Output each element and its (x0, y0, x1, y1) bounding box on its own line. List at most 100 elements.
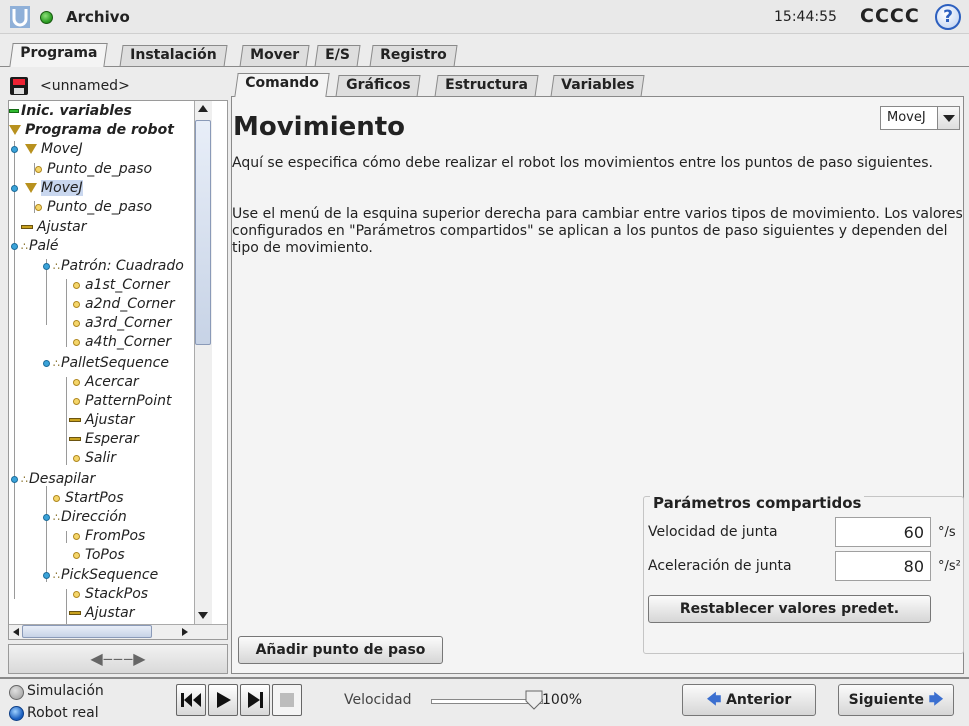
play-button[interactable] (208, 684, 238, 716)
play-icon (217, 692, 231, 708)
pattern-icon: ∴ (53, 259, 60, 273)
step-button[interactable] (240, 684, 270, 716)
scroll-up-icon[interactable] (197, 104, 209, 114)
scroll-down-icon[interactable] (197, 610, 209, 620)
waypoint-icon (73, 532, 80, 540)
tree-item-init-vars[interactable]: Inic. variables (9, 103, 132, 119)
waypoint-icon (73, 454, 80, 462)
sequence-icon: ∴ (53, 568, 60, 582)
set-icon (69, 418, 81, 422)
arrow-right-icon: 🡆 (928, 692, 944, 708)
scroll-left-icon[interactable] (11, 627, 21, 637)
real-robot-label: Robot real (27, 705, 99, 721)
tree-item-wait[interactable]: Esperar (69, 431, 139, 447)
tab-comando[interactable]: Comando (234, 73, 330, 97)
clock: 15:44:55 (774, 9, 837, 25)
arrow-left-icon: 🡄 (706, 692, 722, 708)
tree-item-direction[interactable]: ∴ Dirección (53, 509, 127, 525)
tab-estructura[interactable]: Estructura (434, 75, 539, 97)
skip-back-icon (181, 693, 201, 707)
file-menu[interactable]: Archivo (66, 8, 130, 26)
help-icon[interactable]: ? (935, 4, 961, 30)
tree-item-robot-program[interactable]: Programa de robot (9, 122, 174, 138)
joint-accel-input[interactable]: 80 (835, 551, 931, 581)
move-icon (25, 144, 37, 154)
tree-vertical-scroll-thumb[interactable] (195, 120, 211, 345)
scroll-right-icon[interactable] (180, 627, 190, 637)
step-forward-icon (248, 692, 263, 708)
tree-item-movej[interactable]: MoveJ (25, 141, 83, 157)
footer-divider (0, 677, 969, 679)
tree-item-exit[interactable]: Salir (73, 450, 116, 466)
tree-item-set[interactable]: Ajustar (69, 412, 134, 428)
waypoint-icon (73, 397, 80, 405)
tree-horizontal-scroll-thumb[interactable] (22, 625, 152, 638)
tree-item-corner[interactable]: a3rd_Corner (73, 315, 171, 331)
tree-item-pallet-sequence[interactable]: ∴ PalletSequence (53, 355, 169, 371)
waypoint-icon (73, 300, 80, 308)
move-type-select[interactable]: MoveJ (880, 106, 960, 130)
tree-item-from-pos[interactable]: FromPos (73, 528, 145, 544)
move-icon (25, 183, 37, 193)
waypoint-icon (73, 319, 80, 327)
tree-item-set[interactable]: Ajustar (21, 219, 86, 235)
tree-item-stack-pos[interactable]: StackPos (73, 586, 148, 602)
waypoint-icon (73, 281, 80, 289)
tree-item-pattern[interactable]: ∴ Patrón: Cuadrado (53, 258, 184, 274)
speed-slider-handle[interactable] (525, 690, 543, 710)
tree-navigation-button[interactable]: ◀‒‒‒▶ (8, 644, 228, 674)
next-button[interactable]: Siguiente 🡆 (838, 684, 954, 716)
tab-instalacion[interactable]: Instalación (119, 45, 228, 67)
robot-name: CCCC (860, 5, 920, 27)
pallet-icon: ∴ (21, 239, 28, 253)
stop-button[interactable] (272, 684, 302, 716)
waypoint-icon (35, 203, 42, 211)
previous-button[interactable]: 🡄 Anterior (682, 684, 816, 716)
tree-item-pallet[interactable]: ∴ Palé (21, 238, 59, 254)
real-robot-radio[interactable] (9, 706, 24, 721)
tree-item-corner[interactable]: a2nd_Corner (73, 296, 175, 312)
tree-item-corner[interactable]: a1st_Corner (73, 277, 170, 293)
folder-icon (9, 125, 21, 135)
add-waypoint-button[interactable]: Añadir punto de paso (238, 636, 443, 664)
save-icon[interactable] (10, 77, 28, 95)
tab-graficos[interactable]: Gráficos (335, 75, 422, 97)
sequence-icon: ∴ (53, 356, 60, 370)
joint-speed-input[interactable]: 60 (835, 517, 931, 547)
skip-back-button[interactable] (176, 684, 206, 716)
reset-defaults-button[interactable]: Restablecer valores predet. (648, 595, 931, 623)
waypoint-icon (73, 590, 80, 598)
tab-es[interactable]: E/S (314, 45, 361, 67)
tree-item-set[interactable]: Ajustar (69, 605, 134, 621)
robot-status-icon (40, 11, 53, 24)
wait-icon (69, 437, 81, 441)
program-name: <unnamed> (40, 78, 130, 94)
tree-item-to-pos[interactable]: ToPos (73, 547, 125, 563)
tree-item-pick-sequence[interactable]: ∴ PickSequence (53, 567, 158, 583)
tree-item-pattern-point[interactable]: PatternPoint (73, 393, 172, 409)
ur-logo-icon (10, 6, 30, 28)
set-icon (69, 611, 81, 615)
simulation-label: Simulación (27, 683, 104, 699)
joint-accel-unit: °/s² (938, 559, 961, 574)
tab-registro[interactable]: Registro (369, 45, 458, 67)
tab-programa[interactable]: Programa (9, 43, 108, 67)
tab-variables[interactable]: Variables (550, 75, 645, 97)
stop-icon (280, 693, 294, 707)
tree-item-movej-selected[interactable]: MoveJ (25, 180, 83, 196)
tree-item-approach[interactable]: Acercar (73, 374, 139, 390)
direction-icon: ∴ (53, 510, 60, 524)
move-type-value: MoveJ (887, 110, 926, 125)
tree-item-waypoint[interactable]: Punto_de_paso (35, 199, 152, 215)
simulation-radio[interactable] (9, 685, 24, 700)
tree-item-start-pos[interactable]: StartPos (53, 490, 124, 506)
tree-item-depalletize[interactable]: ∴ Desapilar (21, 471, 95, 487)
tree-item-waypoint[interactable]: Punto_de_paso (35, 161, 152, 177)
speed-label: Velocidad (344, 692, 412, 708)
waypoint-icon (53, 494, 60, 502)
tab-mover[interactable]: Mover (239, 45, 310, 67)
waypoint-icon (73, 551, 80, 559)
joint-accel-label: Aceleración de junta (648, 558, 792, 574)
tree-item-corner[interactable]: a4th_Corner (73, 334, 171, 350)
joint-speed-unit: °/s (938, 525, 956, 540)
